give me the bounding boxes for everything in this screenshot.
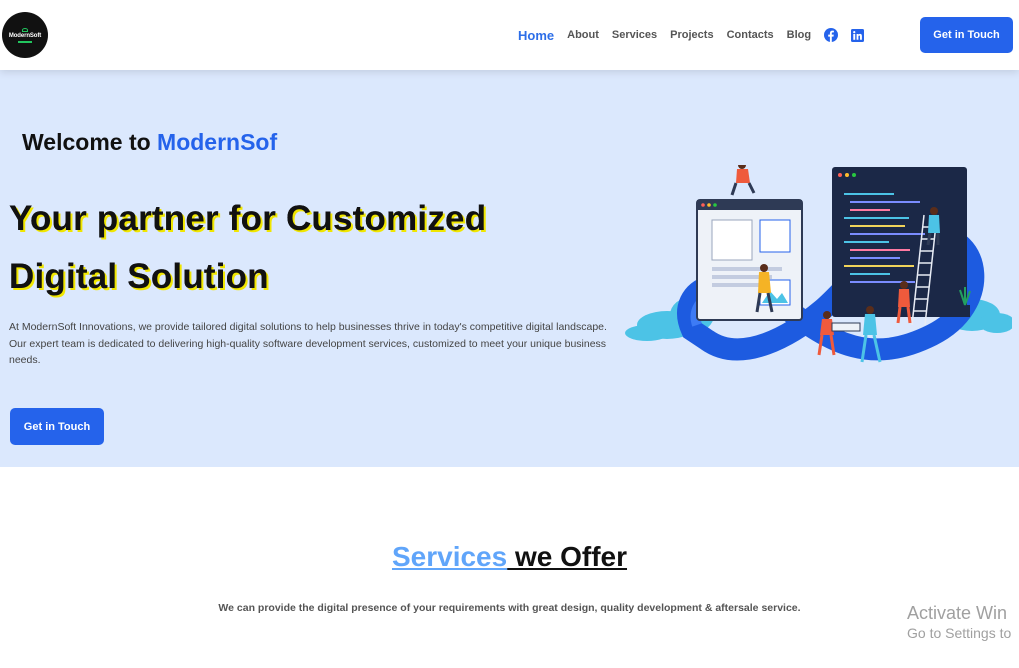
nav-links: Home About Services Projects Contacts Bl…	[510, 0, 876, 70]
linkedin-icon[interactable]	[850, 28, 864, 42]
watermark-title: Activate Win	[907, 603, 1008, 623]
logo-mark-icon	[22, 27, 28, 32]
services-heading-rest: we Offer	[507, 541, 628, 572]
hero-section: Welcome to ModernSof Your partner for Cu…	[0, 70, 1019, 467]
hero-headline: Your partner for Customized Digital Solu…	[9, 190, 486, 306]
nav-link-contacts[interactable]: Contacts	[727, 29, 774, 41]
hero-description: At ModernSoft Innovations, we provide ta…	[9, 321, 607, 367]
nav-link-services[interactable]: Services	[612, 29, 657, 41]
watermark-subtitle: Go to Settings to	[907, 625, 1012, 641]
nav-link-about[interactable]: About	[567, 29, 599, 41]
nav-link-blog[interactable]: Blog	[787, 29, 811, 41]
social-links	[824, 28, 876, 42]
logo[interactable]: ModernSoft	[2, 12, 48, 58]
page: ModernSoft Home About Services Projects …	[0, 0, 1019, 668]
welcome-prefix: Welcome to	[22, 129, 158, 155]
welcome-heading: Welcome to ModernSof	[22, 129, 277, 156]
headline-line-1: Your partner for Customized	[9, 199, 487, 238]
services-heading-accent: Services	[391, 541, 508, 572]
nav-link-home[interactable]: Home	[518, 28, 554, 43]
left-window	[696, 199, 803, 321]
hero-get-in-touch-button[interactable]: Get in Touch	[10, 408, 104, 445]
headline-line-2: Digital Solution	[9, 257, 269, 296]
logo-underline	[18, 40, 32, 43]
facebook-icon[interactable]	[824, 28, 839, 42]
person-top	[730, 165, 756, 196]
nav-link-projects[interactable]: Projects	[670, 29, 713, 41]
logo-text: ModernSoft	[8, 32, 42, 39]
windows-activation-watermark: Activate Win Go to Settings to	[907, 603, 1011, 641]
navbar: ModernSoft Home About Services Projects …	[0, 0, 1019, 70]
hero-illustration	[625, 165, 1012, 363]
services-heading: Services we Offer	[0, 541, 1019, 573]
services-subtitle: We can provide the digital presence of y…	[218, 602, 801, 614]
get-in-touch-button[interactable]: Get in Touch	[920, 17, 1013, 53]
welcome-brand: ModernSof	[157, 129, 278, 155]
